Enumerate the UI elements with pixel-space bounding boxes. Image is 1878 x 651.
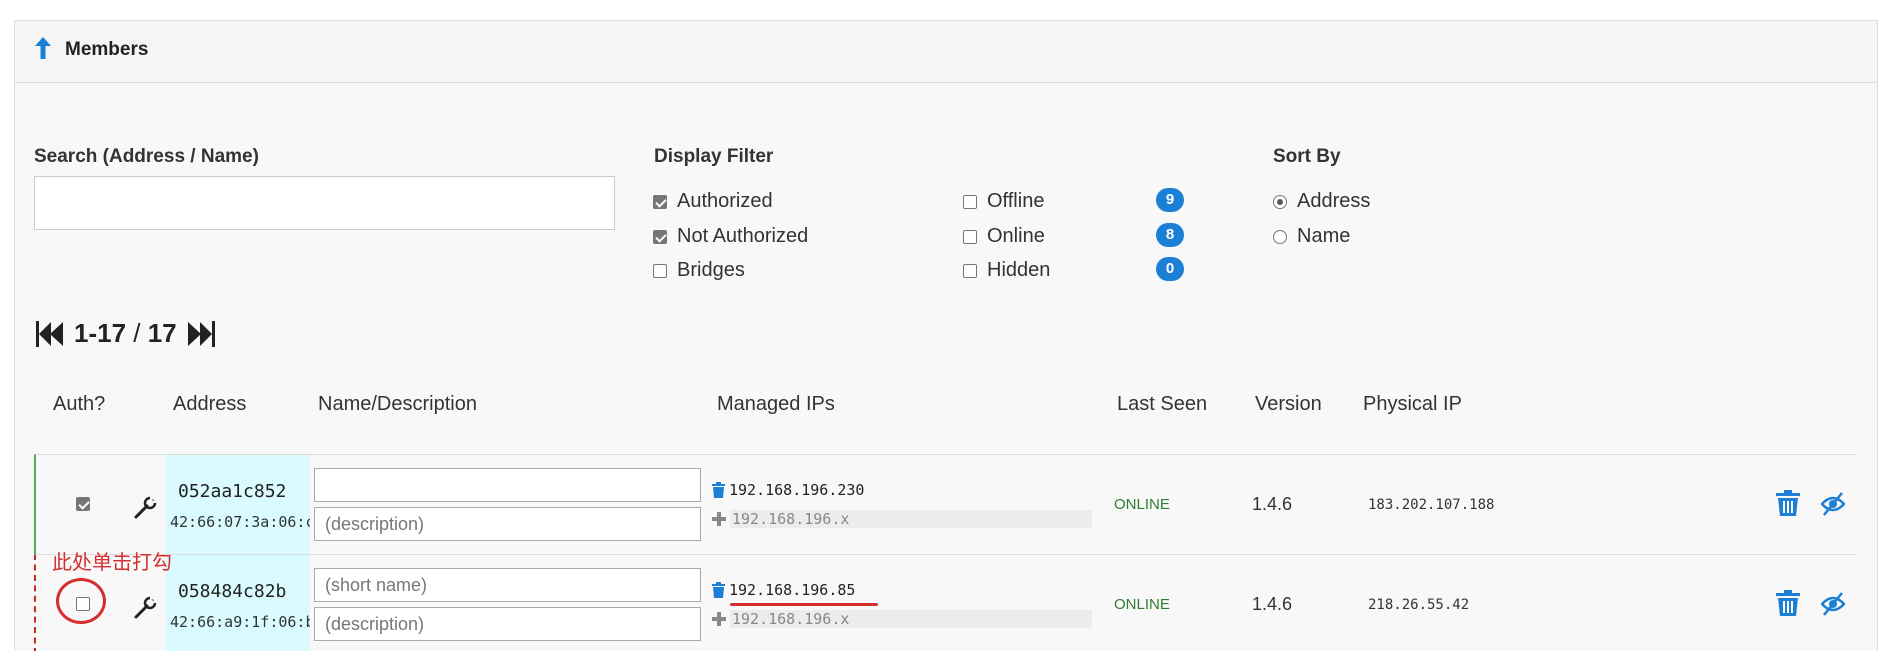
arrow-up-icon[interactable] xyxy=(35,37,51,59)
sort-address[interactable]: Address xyxy=(1273,190,1370,213)
table-row: 058484c82b 42:66:a9:1f:06:b 192.168.196.… xyxy=(34,554,1856,651)
description-input[interactable] xyxy=(314,507,701,541)
filter-not-authorized[interactable]: Not Authorized xyxy=(653,225,808,248)
hide-member-icon[interactable] xyxy=(1821,591,1845,617)
pagination: 1-17 / 17 xyxy=(36,318,215,349)
page-range-start: 1-17 xyxy=(74,318,127,348)
previous-page-icon[interactable] xyxy=(36,320,64,347)
hidden-checkbox[interactable] xyxy=(963,263,977,278)
authorized-checkbox[interactable] xyxy=(653,194,667,209)
filter-bridges-label: Bridges xyxy=(677,259,745,281)
delete-member-icon[interactable] xyxy=(1776,490,1800,516)
member-address: 058484c82b xyxy=(178,581,287,602)
short-name-input[interactable] xyxy=(314,468,701,502)
panel-header: Members xyxy=(15,21,1877,83)
trash-icon[interactable] xyxy=(712,482,725,498)
search-input[interactable] xyxy=(34,176,615,230)
online-checkbox[interactable] xyxy=(963,229,977,244)
filter-authorized[interactable]: Authorized xyxy=(653,190,773,213)
trash-icon[interactable] xyxy=(712,582,725,598)
last-seen-status: ONLINE xyxy=(1114,596,1170,613)
online-count-badge: 8 xyxy=(1156,223,1184,247)
version: 1.4.6 xyxy=(1252,594,1293,614)
filter-offline[interactable]: Offline xyxy=(963,190,1044,213)
filter-not-authorized-label: Not Authorized xyxy=(677,225,809,247)
sort-address-radio[interactable] xyxy=(1273,194,1287,209)
description-input[interactable] xyxy=(314,607,701,641)
member-mac: 42:66:07:3a:06:c xyxy=(170,513,310,531)
filter-hidden-label: Hidden xyxy=(987,259,1051,281)
physical-ip: 218.26.55.42 xyxy=(1368,597,1470,613)
member-address: 052aa1c852 xyxy=(178,481,287,502)
add-ip-row[interactable]: 192.168.196.x xyxy=(712,510,1092,528)
sort-by-label: Sort By xyxy=(1273,146,1341,167)
version: 1.4.6 xyxy=(1252,494,1293,514)
annotation-circle xyxy=(56,578,106,624)
filter-authorized-label: Authorized xyxy=(677,190,773,212)
filter-bridges[interactable]: Bridges xyxy=(653,259,745,282)
hidden-count-badge: 0 xyxy=(1156,257,1184,281)
filter-hidden[interactable]: Hidden xyxy=(963,259,1050,282)
managed-ip: 192.168.196.85 xyxy=(712,581,855,599)
filter-online-label: Online xyxy=(987,225,1045,247)
header-auth: Auth? xyxy=(53,393,106,415)
not-authorized-checkbox[interactable] xyxy=(653,229,667,244)
managed-ip: 192.168.196.230 xyxy=(712,481,864,499)
physical-ip: 183.202.107.188 xyxy=(1368,497,1495,513)
hide-member-icon[interactable] xyxy=(1821,491,1845,517)
display-filter-label: Display Filter xyxy=(654,146,774,167)
auth-checkbox[interactable] xyxy=(76,497,90,511)
plus-icon[interactable] xyxy=(712,512,726,526)
sort-name[interactable]: Name xyxy=(1273,225,1350,248)
managed-ip-value: 192.168.196.85 xyxy=(729,581,856,599)
page-total: 17 xyxy=(147,318,177,348)
delete-member-icon[interactable] xyxy=(1776,590,1800,616)
bridges-checkbox[interactable] xyxy=(653,263,667,278)
member-mac: 42:66:a9:1f:06:b xyxy=(170,613,310,631)
annotation-underline xyxy=(730,603,878,606)
table-row: 052aa1c852 42:66:07:3a:06:c 192.168.196.… xyxy=(34,454,1856,554)
managed-ip-value: 192.168.196.230 xyxy=(729,481,865,499)
header-managed-ips: Managed IPs xyxy=(717,393,835,415)
filter-offline-label: Offline xyxy=(987,190,1045,212)
next-page-icon[interactable] xyxy=(187,320,215,347)
filter-online[interactable]: Online xyxy=(963,225,1045,248)
header-version: Version xyxy=(1255,393,1322,415)
address-cell: 058484c82b 42:66:a9:1f:06:b xyxy=(166,555,310,651)
annotation-note: 此处单击打勾 xyxy=(52,550,172,574)
add-ip-input[interactable]: 192.168.196.x xyxy=(730,610,1092,628)
header-address: Address xyxy=(173,393,247,415)
wrench-icon[interactable] xyxy=(132,495,158,521)
wrench-icon[interactable] xyxy=(132,595,158,621)
header-physical-ip: Physical IP xyxy=(1363,393,1462,415)
page-range: 1-17 / 17 xyxy=(74,318,177,349)
panel-title: Members xyxy=(65,39,149,60)
last-seen-status: ONLINE xyxy=(1114,496,1170,513)
sort-name-radio[interactable] xyxy=(1273,229,1287,244)
offline-checkbox[interactable] xyxy=(963,194,977,209)
address-cell: 052aa1c852 42:66:07:3a:06:c xyxy=(166,455,310,554)
short-name-input[interactable] xyxy=(314,568,701,602)
header-name: Name/Description xyxy=(318,393,477,415)
header-last-seen: Last Seen xyxy=(1117,393,1208,415)
page-range-separator: / xyxy=(126,318,148,348)
sort-address-label: Address xyxy=(1297,190,1371,212)
add-ip-input[interactable]: 192.168.196.x xyxy=(730,510,1092,528)
search-label: Search (Address / Name) xyxy=(34,146,259,167)
plus-icon[interactable] xyxy=(712,612,726,626)
add-ip-row[interactable]: 192.168.196.x xyxy=(712,610,1092,628)
sort-name-label: Name xyxy=(1297,225,1351,247)
offline-count-badge: 9 xyxy=(1156,188,1184,212)
